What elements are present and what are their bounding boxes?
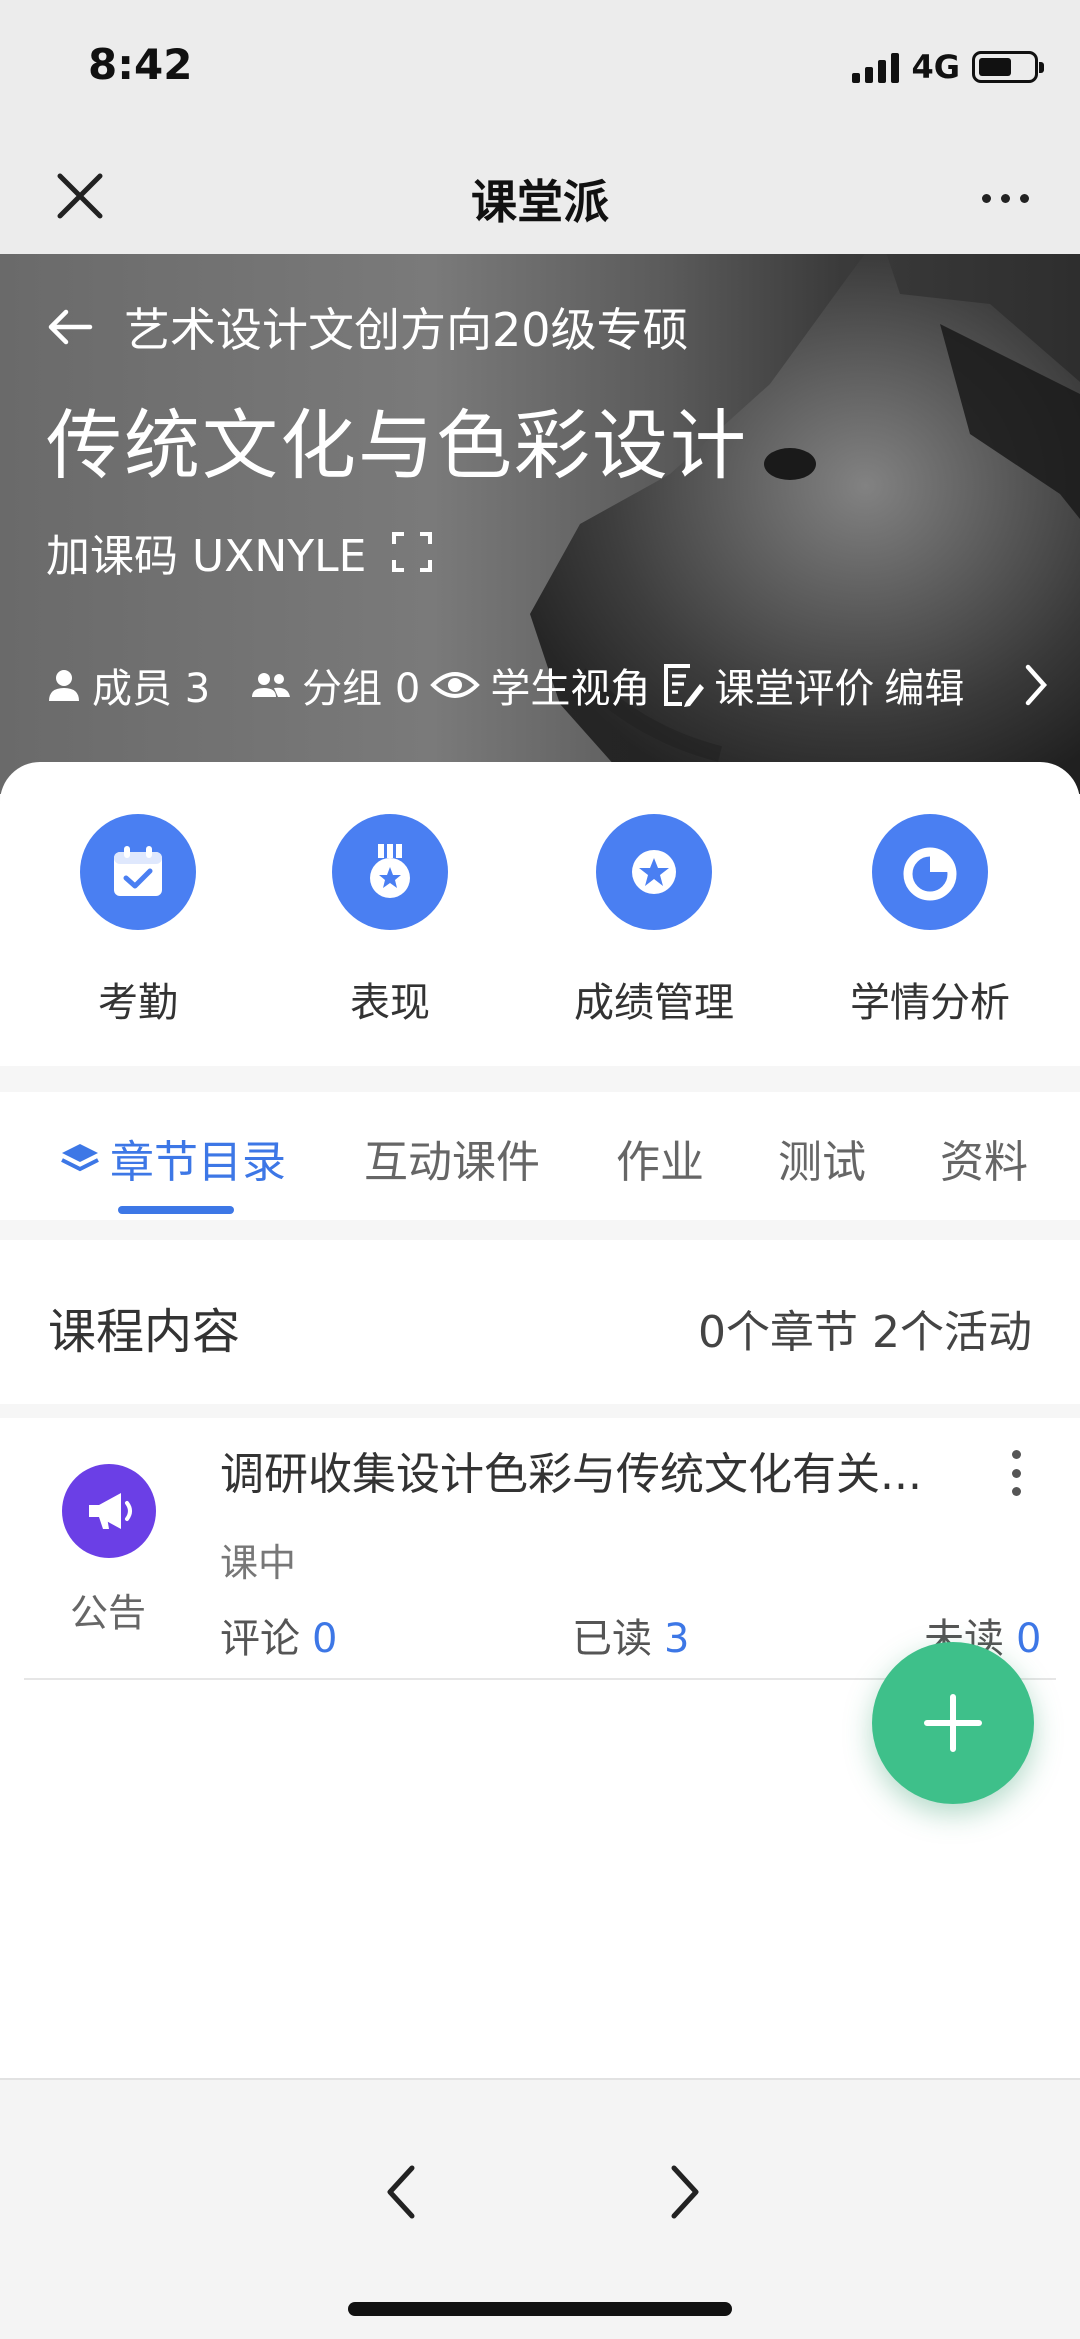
action-label: 成绩管理 [574, 980, 734, 1026]
more-options-button[interactable] [970, 178, 1040, 218]
comments-count: 0 [312, 1616, 338, 1662]
grades-button[interactable]: 成绩管理 [554, 814, 754, 1028]
section-title: 课程内容 [48, 1304, 241, 1360]
eye-icon [430, 672, 481, 698]
evaluation-button[interactable]: 课堂评价 编辑 [660, 656, 964, 714]
course-content-header: 课程内容 0个章节 2个活动 [0, 1240, 1080, 1404]
edit-link[interactable]: 编辑 [884, 656, 964, 714]
groups-label: 分组 0 [302, 666, 421, 712]
tab-homework[interactable]: 作业 [616, 1126, 704, 1190]
groups-stat[interactable]: 分组 0 [250, 656, 420, 714]
chevron-left-icon [387, 2165, 415, 2219]
quick-actions-panel: 考勤 表现 成绩管理 学情分析 [0, 762, 1080, 1066]
course-header: 艺术设计文创方向20级专硕 传统文化与色彩设计 加课码 UXNYLE 成员 3 … [0, 254, 1080, 794]
page-title: 课堂派 [471, 175, 609, 229]
read-count: 3 [664, 1616, 690, 1662]
comments-stat: 评论 0 [220, 1606, 337, 1664]
nav-bar: 课堂派 [0, 140, 1080, 254]
course-title: 传统文化与色彩设计 [46, 401, 748, 490]
star-badge-icon [596, 814, 712, 930]
section-counts: 0个章节 2个活动 [698, 1307, 1032, 1358]
dot-icon [981, 193, 991, 203]
action-label: 考勤 [98, 980, 178, 1026]
performance-button[interactable]: 表现 [290, 814, 490, 1028]
status-time: 8:42 [88, 40, 193, 89]
item-more-button[interactable] [1006, 1450, 1026, 1496]
read-stat: 已读 3 [572, 1606, 689, 1664]
dot-icon [1011, 1450, 1021, 1459]
network-type: 4G [911, 48, 960, 86]
read-label: 已读 [572, 1616, 652, 1662]
join-code-row: 加课码 UXNYLE [46, 520, 434, 584]
group-icon [252, 673, 291, 697]
back-row: 艺术设计文创方向20级专硕 [46, 294, 689, 360]
bottom-nav-bar [0, 2078, 1080, 2339]
tab-chapters[interactable]: 章节目录 [58, 1126, 286, 1190]
class-name[interactable]: 艺术设计文创方向20级专硕 [124, 294, 689, 360]
back-arrow-icon[interactable] [46, 307, 94, 347]
course-stats-row: 成员 3 分组 0 学生视角 课堂评价 编辑 [46, 656, 1050, 714]
medal-icon [332, 814, 448, 930]
comments-label: 评论 [220, 1616, 300, 1662]
tab-courseware[interactable]: 互动课件 [364, 1126, 540, 1190]
calendar-check-icon [80, 814, 196, 930]
action-label: 表现 [350, 980, 430, 1026]
dot-icon [1011, 1468, 1021, 1478]
list-item[interactable]: 公告 调研收集设计色彩与传统文化有关... 课中 评论 0 已读 3 未读 0 [24, 1418, 1056, 1680]
attendance-button[interactable]: 考勤 [38, 814, 238, 1028]
chevron-right-icon[interactable] [1022, 663, 1050, 707]
battery-icon [972, 51, 1044, 83]
plus-icon [924, 1694, 982, 1752]
join-code: 加课码 UXNYLE [46, 531, 367, 582]
status-indicators: 4G [852, 48, 1044, 86]
analytics-button[interactable]: 学情分析 [830, 814, 1030, 1028]
item-type-label: 公告 [70, 1591, 147, 1635]
pie-chart-icon [872, 814, 988, 930]
dot-icon [1000, 193, 1010, 203]
tab-label: 章节目录 [110, 1137, 286, 1188]
members-label: 成员 3 [92, 666, 211, 712]
tab-materials[interactable]: 资料 [940, 1126, 1028, 1190]
back-button[interactable] [362, 2152, 442, 2232]
action-label: 学情分析 [850, 980, 1010, 1026]
unread-count: 0 [1016, 1616, 1042, 1662]
forward-button[interactable] [644, 2152, 724, 2232]
status-bar: 8:42 4G [0, 0, 1080, 140]
evaluation-label: 课堂评价 [714, 666, 875, 712]
layers-icon [61, 1144, 99, 1172]
edit-note-icon [664, 664, 705, 707]
dot-icon [1019, 193, 1029, 203]
student-view-label: 学生视角 [490, 666, 651, 712]
item-status: 课中 [220, 1541, 297, 1585]
item-title: 调研收集设计色彩与传统文化有关... [220, 1449, 922, 1500]
tab-tests[interactable]: 测试 [778, 1126, 866, 1190]
student-view-button[interactable]: 学生视角 [430, 656, 650, 714]
megaphone-icon [62, 1464, 156, 1558]
chevron-right-icon [671, 2165, 699, 2219]
dot-icon [1011, 1487, 1021, 1496]
qr-scan-icon[interactable] [390, 530, 434, 574]
content-tabs: 章节目录 互动课件 作业 测试 资料 [0, 1092, 1080, 1220]
signal-icon [852, 51, 900, 83]
person-icon [49, 670, 79, 701]
add-button[interactable] [872, 1642, 1034, 1804]
active-tab-indicator [118, 1206, 234, 1214]
members-stat[interactable]: 成员 3 [46, 656, 210, 714]
home-indicator[interactable] [348, 2302, 732, 2316]
